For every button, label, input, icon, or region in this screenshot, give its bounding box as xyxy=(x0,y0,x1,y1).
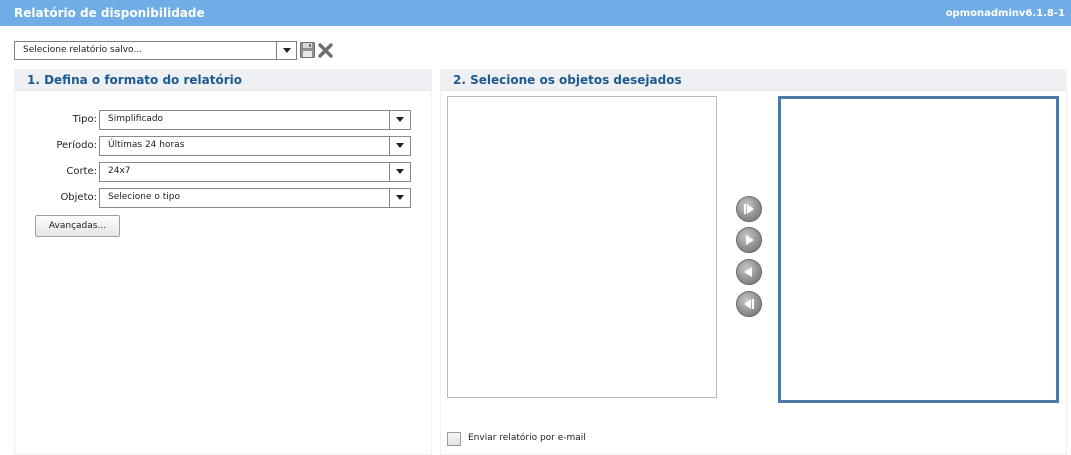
available-objects-list[interactable] xyxy=(447,96,717,398)
tipo-select[interactable]: Simplificado xyxy=(99,110,411,130)
title-bar: Relatório de disponibilidade opmonadmin … xyxy=(0,0,1071,26)
report-format-heading: 1. Defina o formato do relatório xyxy=(27,73,242,87)
chevron-down-icon xyxy=(396,143,404,148)
add-button[interactable] xyxy=(736,227,762,253)
tipo-value: Simplificado xyxy=(108,114,164,124)
corte-select[interactable]: 24x7 xyxy=(99,162,411,182)
remove-all-icon xyxy=(744,299,754,309)
add-all-button[interactable] xyxy=(736,196,762,222)
saved-report-placeholder: Selecione relatório salvo... xyxy=(23,45,142,55)
chevron-down-icon xyxy=(283,48,291,53)
remove-button[interactable] xyxy=(736,259,762,285)
delete-icon[interactable] xyxy=(318,43,333,58)
periodo-select[interactable]: Últimas 24 horas xyxy=(99,136,411,156)
periodo-value: Últimas 24 horas xyxy=(108,140,185,150)
corte-dropdown-arrow[interactable] xyxy=(389,163,410,181)
save-icon[interactable] xyxy=(300,42,315,58)
tipo-dropdown-arrow[interactable] xyxy=(389,111,410,129)
objeto-value: Selecione o tipo xyxy=(108,192,180,202)
periodo-label: Período: xyxy=(56,140,97,151)
report-format-panel: 1. Defina o formato do relatório Tipo: S… xyxy=(14,69,432,455)
add-icon xyxy=(746,235,754,245)
remove-icon xyxy=(744,267,752,277)
periodo-dropdown-arrow[interactable] xyxy=(389,137,410,155)
chevron-down-icon xyxy=(396,117,404,122)
selected-objects-list[interactable] xyxy=(778,96,1059,403)
version-label: v6.1.8-1 xyxy=(1018,8,1065,19)
objeto-dropdown-arrow[interactable] xyxy=(389,189,410,207)
email-checkbox-label[interactable]: Enviar relatório por e-mail xyxy=(468,433,586,443)
chevron-down-icon xyxy=(396,195,404,200)
window-title: Relatório de disponibilidade xyxy=(14,6,205,20)
object-selection-header: 2. Selecione os objetos desejados xyxy=(441,70,1066,91)
saved-report-select[interactable]: Selecione relatório salvo... xyxy=(14,41,297,60)
field-periodo: Período: Últimas 24 horas xyxy=(15,136,433,156)
field-objeto: Objeto: Selecione o tipo xyxy=(15,188,433,208)
email-checkbox[interactable] xyxy=(447,432,461,446)
object-selection-heading: 2. Selecione os objetos desejados xyxy=(453,73,682,87)
add-all-icon xyxy=(744,204,754,214)
field-tipo: Tipo: Simplificado xyxy=(15,110,433,130)
username: opmonadmin xyxy=(945,8,1019,19)
corte-label: Corte: xyxy=(66,166,97,177)
corte-value: 24x7 xyxy=(108,166,131,176)
report-format-header: 1. Defina o formato do relatório xyxy=(15,70,431,91)
remove-all-button[interactable] xyxy=(736,291,762,317)
objeto-label: Objeto: xyxy=(60,192,97,203)
chevron-down-icon xyxy=(396,169,404,174)
field-corte: Corte: 24x7 xyxy=(15,162,433,182)
tipo-label: Tipo: xyxy=(72,114,97,125)
objeto-select[interactable]: Selecione o tipo xyxy=(99,188,411,208)
object-selection-panel: 2. Selecione os objetos desejados Enviar… xyxy=(440,69,1067,455)
saved-report-dropdown-arrow[interactable] xyxy=(276,42,296,59)
advanced-button[interactable]: Avançadas... xyxy=(35,215,120,237)
